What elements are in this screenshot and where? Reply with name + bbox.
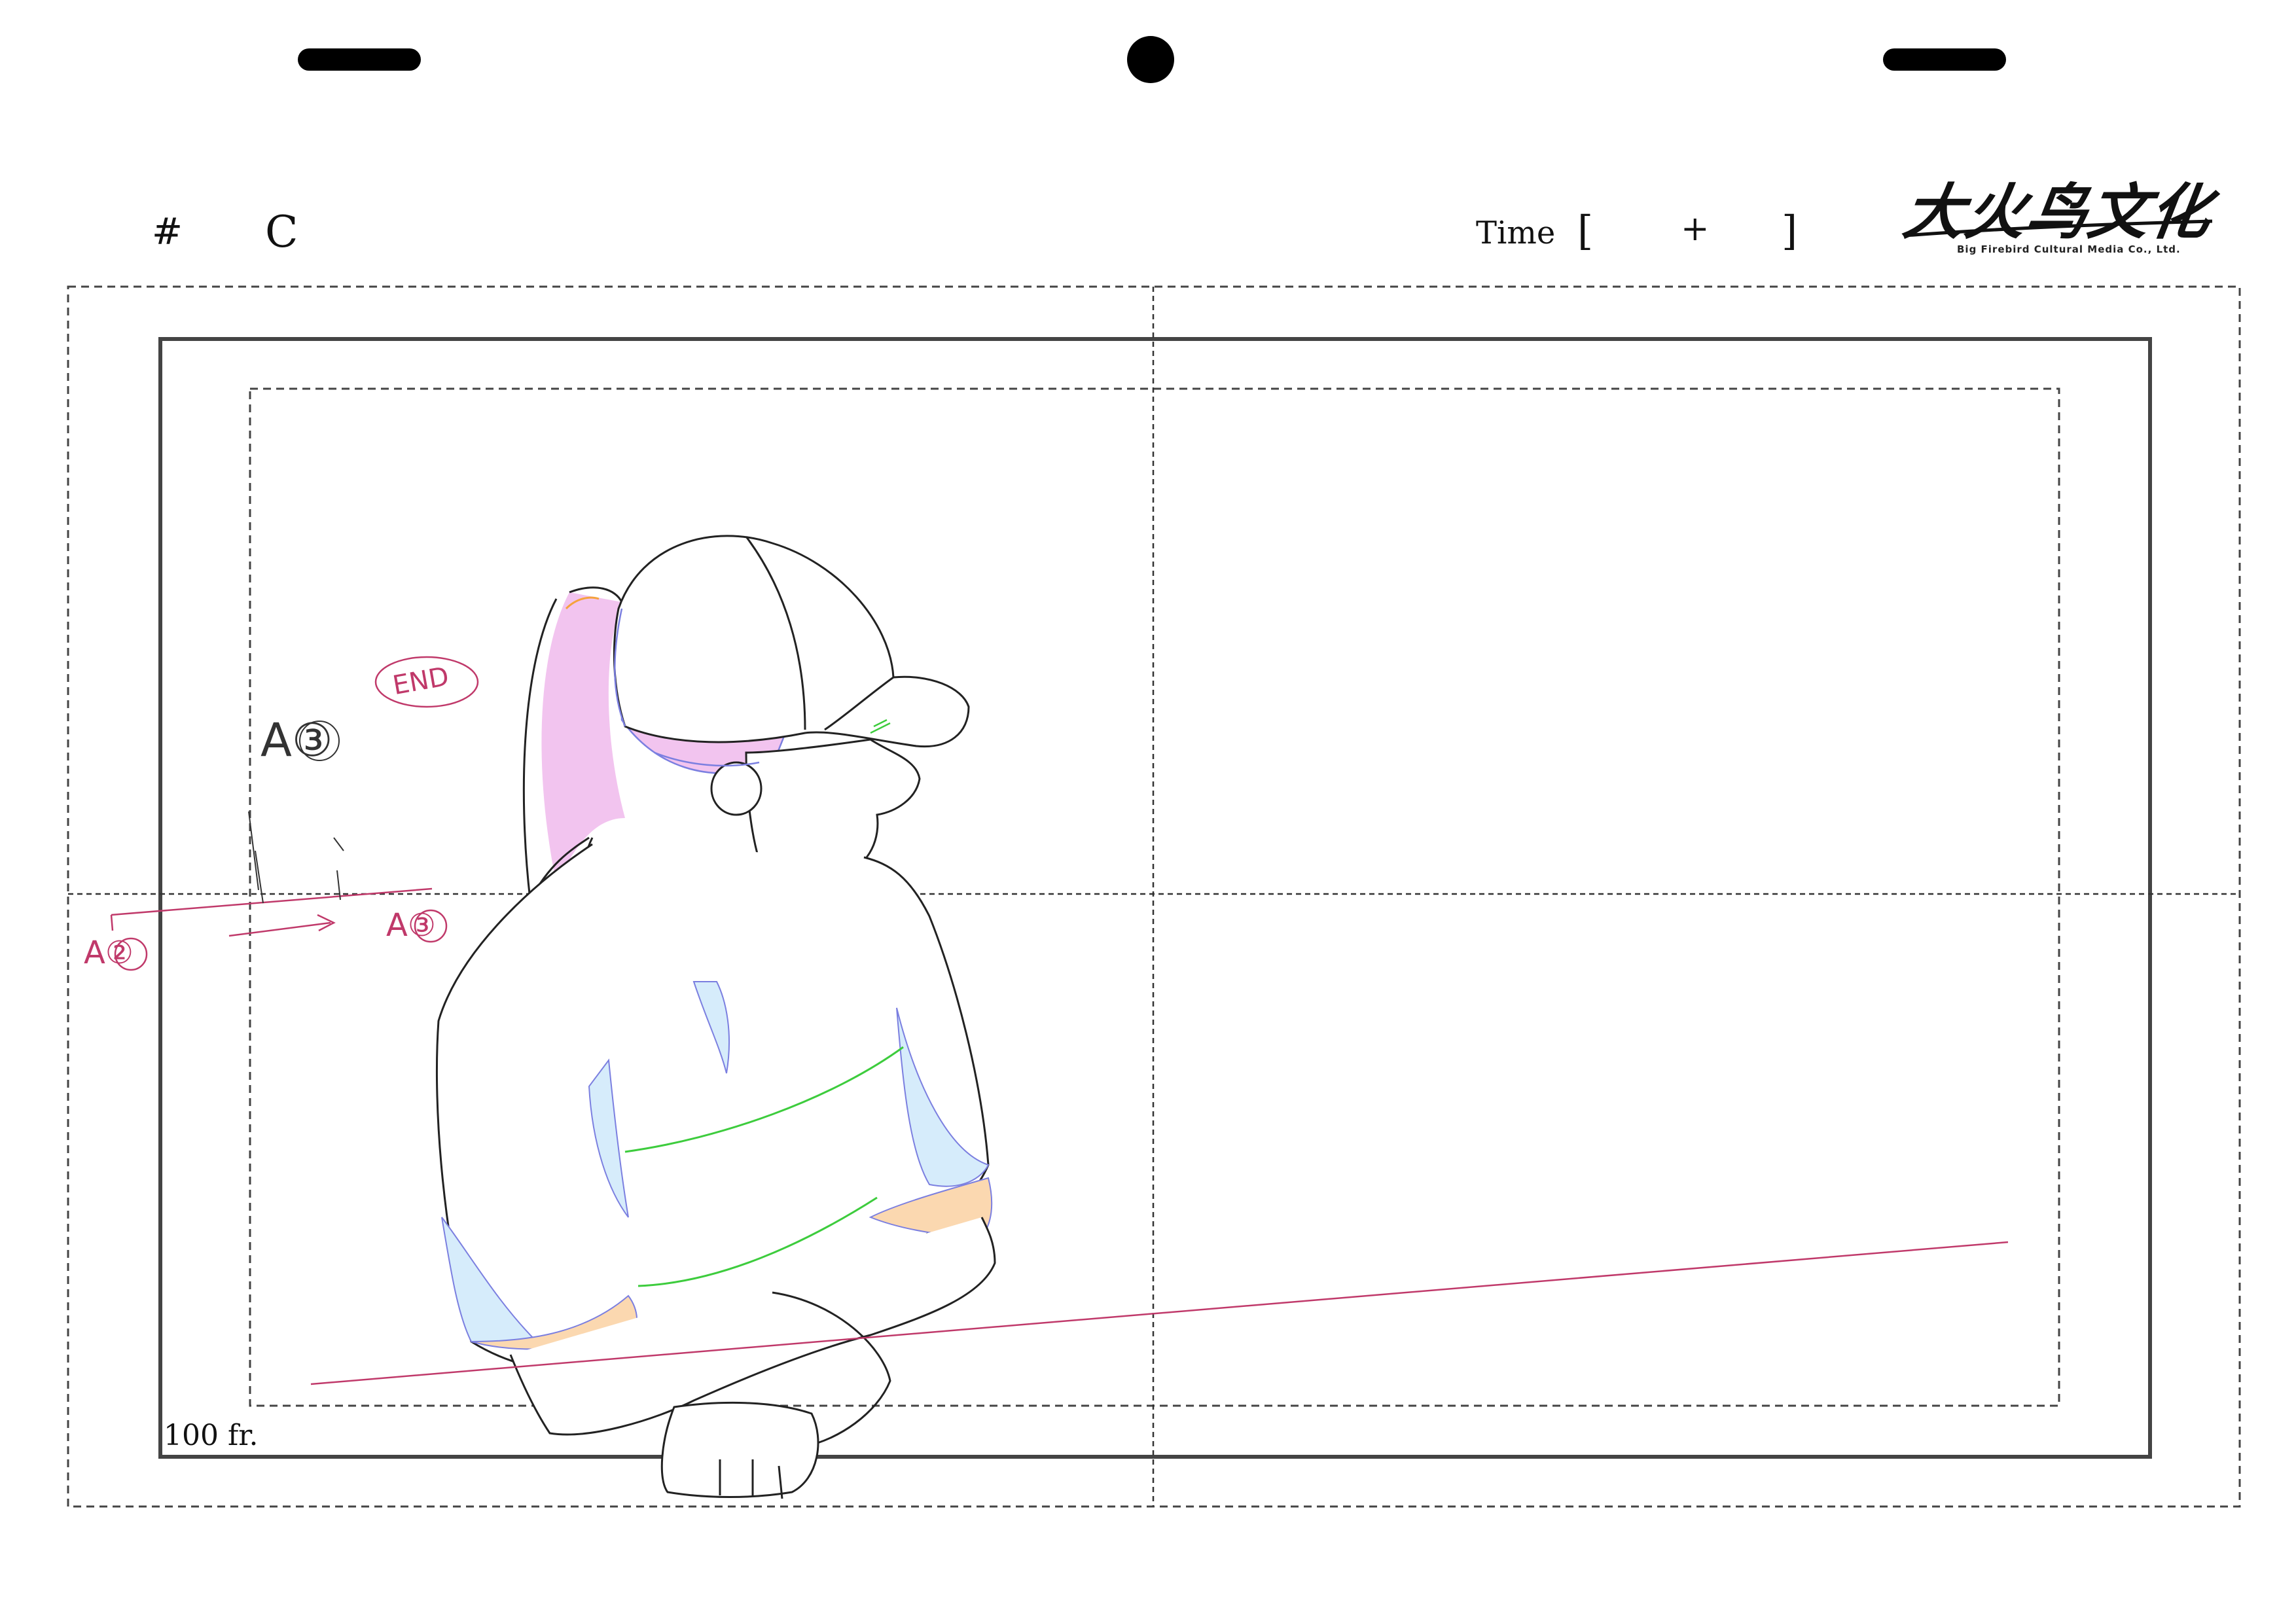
key-a3-bottom-label: A③: [386, 907, 436, 944]
layout-sheet: [67, 285, 2241, 1508]
animation-direction-marks: [110, 656, 2009, 1385]
character-drawing: [435, 535, 996, 1499]
key-a3-top-label: A③: [260, 713, 333, 767]
pan-arrow: [228, 914, 336, 937]
frame-count-label: 100 fr.: [164, 1419, 259, 1452]
key-a2-label: A②: [84, 935, 134, 971]
